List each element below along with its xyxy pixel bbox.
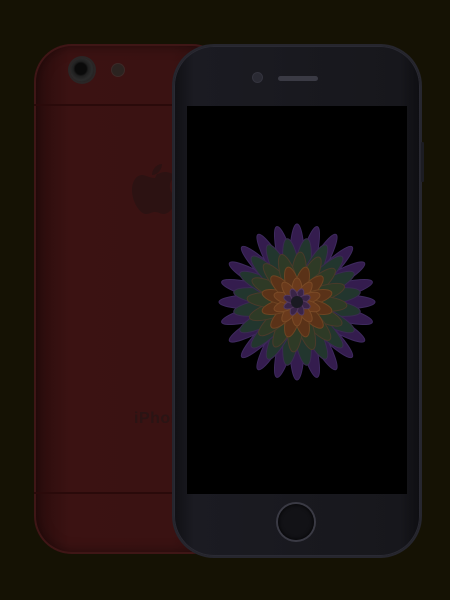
iphone-front-view: [174, 46, 424, 556]
flower-center: [291, 296, 303, 308]
flash-icon: [112, 64, 124, 76]
speaker-icon: [278, 76, 318, 81]
flower-wallpaper: [218, 223, 376, 381]
front-camera-icon: [253, 73, 262, 82]
phone-screen: [187, 106, 407, 494]
home-button-icon: [278, 504, 314, 540]
product-image: iPhone: [0, 0, 450, 600]
camera-icon: [70, 58, 94, 82]
apple-logo-icon: [132, 164, 178, 214]
power-button: [421, 142, 424, 182]
